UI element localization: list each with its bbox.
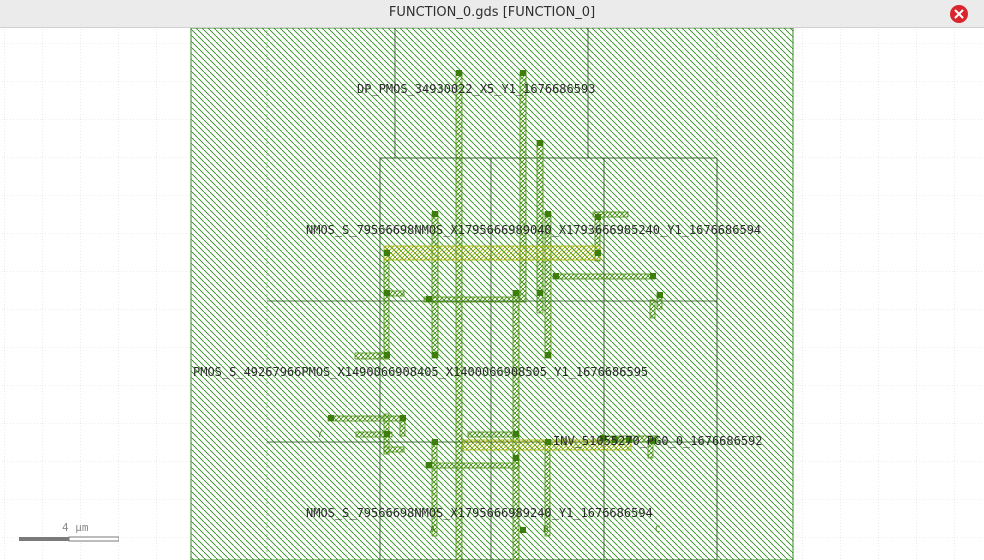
scale-label: 4 µm [62, 521, 89, 534]
label-inv: INV_51055270_PG0_0_1676686592 [553, 434, 763, 448]
window-title: FUNCTION_0.gds [FUNCTION_0] [388, 5, 596, 20]
active-region [266, 28, 718, 560]
layout-canvas[interactable]: DP_PMOS_34930022_X5_Y1_1676686593 NMOS_S… [0, 28, 984, 560]
close-icon [954, 9, 964, 19]
pin-label-c: C [655, 525, 660, 535]
label-pmos-row: PMOS_S_49267966PMOS_X1490066908405_X1400… [193, 365, 648, 379]
label-nmos-row2: NMOS_S_79566698NMOS_X1795666989240_Y1_16… [306, 506, 653, 520]
title-bar: FUNCTION_0.gds [FUNCTION_0] [0, 0, 984, 28]
pin-label-a: A [430, 525, 436, 535]
pin-label-b: B [543, 525, 548, 535]
label-dp-pmos: DP_PMOS_34930022_X5_Y1_1676686593 [357, 82, 595, 96]
label-nmos-row1: NMOS_S_79566698NMOS_X1795666989040_X1793… [306, 223, 761, 237]
layout-view[interactable]: DP_PMOS_34930022_X5_Y1_1676686593 NMOS_S… [0, 28, 984, 560]
pin-label-y: Y [317, 430, 323, 440]
close-button[interactable] [950, 5, 968, 23]
